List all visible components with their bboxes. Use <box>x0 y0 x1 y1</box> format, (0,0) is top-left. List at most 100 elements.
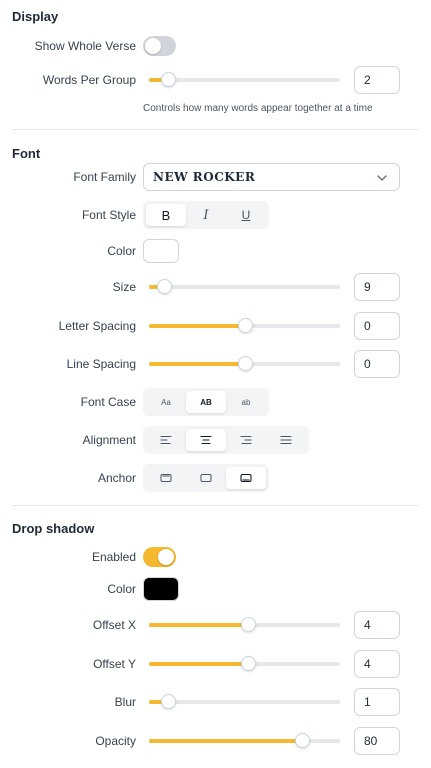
offset-x-label: Offset X <box>92 618 136 632</box>
font-family-row: Font Family NEW ROCKER <box>0 161 431 193</box>
font-family-select[interactable]: NEW ROCKER <box>143 163 400 191</box>
case-title-label: Aa <box>161 397 171 407</box>
anchor-bottom-button[interactable] <box>226 467 266 489</box>
align-center-icon <box>200 435 212 445</box>
offset-x-slider[interactable] <box>149 617 340 632</box>
section-title-font: Font <box>12 146 41 161</box>
divider <box>12 505 419 506</box>
line-spacing-label: Line Spacing <box>66 357 136 371</box>
case-upper-label: AB <box>200 397 212 407</box>
line-spacing-row: Line Spacing 0 <box>0 348 431 380</box>
alignment-group <box>143 426 309 454</box>
bold-label: B <box>161 207 171 223</box>
align-right-icon <box>240 435 252 445</box>
italic-button[interactable]: I <box>186 204 226 226</box>
anchor-bottom-icon <box>240 473 252 483</box>
font-case-row: Font Case Aa AB ab <box>0 386 431 418</box>
shadow-enabled-row: Enabled <box>0 541 431 573</box>
blur-input[interactable]: 1 <box>354 688 400 716</box>
font-family-label: Font Family <box>73 170 136 184</box>
align-justify-icon <box>280 435 292 445</box>
bold-button[interactable]: B <box>146 204 186 226</box>
slider-thumb[interactable] <box>241 617 257 632</box>
anchor-middle-icon <box>200 474 212 482</box>
anchor-middle-button[interactable] <box>186 467 226 489</box>
section-title-display: Display <box>12 9 59 24</box>
blur-slider[interactable] <box>149 694 340 709</box>
blur-label: Blur <box>114 695 136 709</box>
toggle-knob <box>158 549 174 565</box>
divider <box>12 129 419 130</box>
opacity-row: Opacity 80 <box>0 725 431 757</box>
font-style-row: Font Style B I U <box>0 199 431 231</box>
chevron-down-icon <box>377 175 387 181</box>
slider-thumb[interactable] <box>161 72 177 87</box>
size-row: Size 9 <box>0 271 431 303</box>
italic-label: I <box>203 207 209 223</box>
font-color-row: Color <box>0 235 431 267</box>
opacity-slider[interactable] <box>149 733 340 748</box>
case-lower-label: ab <box>241 397 251 407</box>
anchor-label: Anchor <box>97 471 136 485</box>
font-case-label: Font Case <box>80 395 136 409</box>
slider-thumb[interactable] <box>294 733 310 748</box>
font-style-label: Font Style <box>81 208 136 222</box>
blur-row: Blur 1 <box>0 686 431 718</box>
font-family-value: NEW ROCKER <box>153 170 256 184</box>
letter-spacing-row: Letter Spacing 0 <box>0 310 431 342</box>
words-per-group-row: Words Per Group 2 <box>0 64 431 96</box>
underline-button[interactable]: U <box>226 204 266 226</box>
show-whole-verse-row: Show Whole Verse <box>0 30 431 62</box>
slider-thumb[interactable] <box>241 656 257 671</box>
slider-fill <box>149 739 302 743</box>
anchor-top-icon <box>160 474 172 482</box>
show-whole-verse-toggle[interactable] <box>143 36 176 56</box>
case-upper-button[interactable]: AB <box>186 391 226 413</box>
slider-thumb[interactable] <box>237 356 253 371</box>
slider-fill <box>149 324 245 328</box>
case-title-button[interactable]: Aa <box>146 391 186 413</box>
offset-x-input[interactable]: 4 <box>354 611 400 639</box>
words-per-group-input[interactable]: 2 <box>354 66 400 94</box>
anchor-top-button[interactable] <box>146 467 186 489</box>
line-spacing-input[interactable]: 0 <box>354 350 400 378</box>
align-center-button[interactable] <box>186 429 226 451</box>
case-lower-button[interactable]: ab <box>226 391 266 413</box>
anchor-group <box>143 464 269 492</box>
slider-fill <box>149 362 245 366</box>
shadow-enabled-label: Enabled <box>91 550 136 564</box>
offset-x-row: Offset X 4 <box>0 609 431 641</box>
size-slider[interactable] <box>149 279 340 294</box>
slider-fill <box>149 662 249 666</box>
size-input[interactable]: 9 <box>354 273 400 301</box>
letter-spacing-slider[interactable] <box>149 318 340 333</box>
align-right-button[interactable] <box>226 429 266 451</box>
shadow-enabled-toggle[interactable] <box>143 547 176 567</box>
anchor-row: Anchor <box>0 462 431 494</box>
offset-y-slider[interactable] <box>149 656 340 671</box>
section-title-drop-shadow: Drop shadow <box>12 521 95 536</box>
offset-y-row: Offset Y 4 <box>0 648 431 680</box>
offset-y-label: Offset Y <box>93 657 136 671</box>
opacity-input[interactable]: 80 <box>354 727 400 755</box>
underline-label: U <box>241 208 251 222</box>
words-per-group-slider[interactable] <box>149 72 340 87</box>
align-left-button[interactable] <box>146 429 186 451</box>
shadow-color-swatch[interactable] <box>143 577 179 601</box>
letter-spacing-label: Letter Spacing <box>58 319 136 333</box>
slider-thumb[interactable] <box>161 694 177 709</box>
alignment-row: Alignment <box>0 424 431 456</box>
toggle-knob <box>145 38 161 54</box>
line-spacing-slider[interactable] <box>149 356 340 371</box>
slider-thumb[interactable] <box>157 279 173 294</box>
show-whole-verse-label: Show Whole Verse <box>34 39 136 53</box>
slider-fill <box>149 623 249 627</box>
shadow-color-label: Color <box>107 582 136 596</box>
letter-spacing-input[interactable]: 0 <box>354 312 400 340</box>
words-per-group-help: Controls how many words appear together … <box>143 103 373 114</box>
align-left-icon <box>160 435 172 445</box>
offset-y-input[interactable]: 4 <box>354 650 400 678</box>
slider-thumb[interactable] <box>237 318 253 333</box>
font-color-swatch[interactable] <box>143 239 179 263</box>
align-justify-button[interactable] <box>266 429 306 451</box>
